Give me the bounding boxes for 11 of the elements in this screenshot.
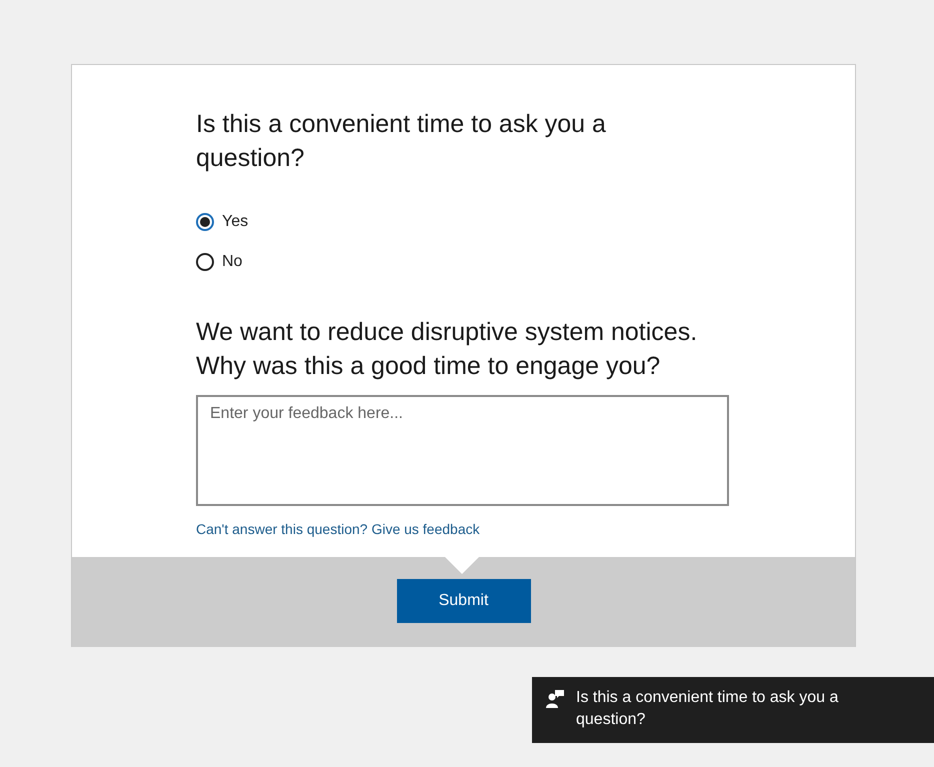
person-chat-icon <box>546 690 564 708</box>
radio-option[interactable]: No <box>196 253 735 271</box>
radio-option[interactable]: Yes <box>196 213 735 231</box>
option-label: No <box>222 253 242 271</box>
toast-text: Is this a convenient time to ask you a question? <box>576 688 840 730</box>
question-heading: Is this a convenient time to ask you a question? <box>196 109 607 174</box>
option-label: Yes <box>222 213 248 231</box>
feedback-field[interactable]: Enter your feedback here... <box>196 395 729 506</box>
submit-button[interactable]: Submit <box>396 579 530 623</box>
feedback-link[interactable]: Can't answer this question? Give us feedback <box>196 521 480 537</box>
follow-up-question: We want to reduce disruptive system notices. Why was this a good time to engage you? <box>196 317 698 382</box>
